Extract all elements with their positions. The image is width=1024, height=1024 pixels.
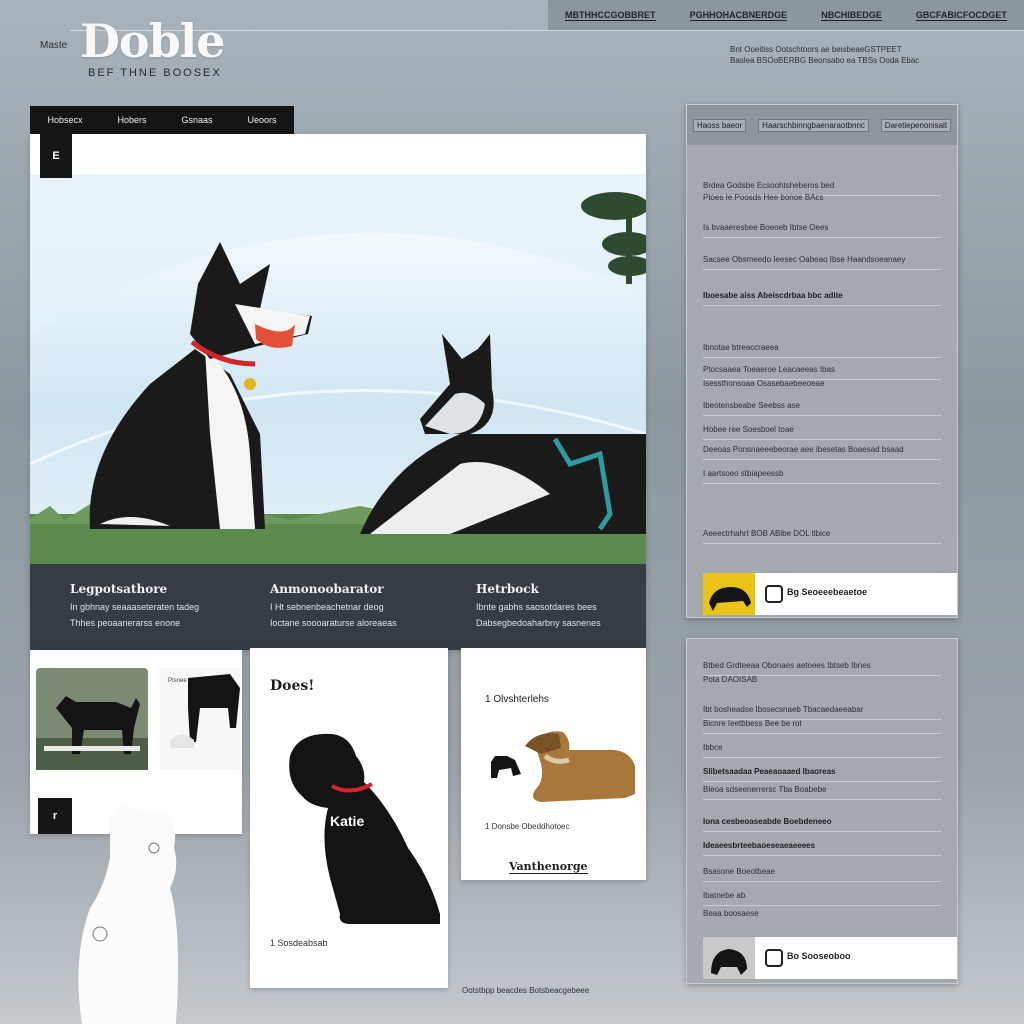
panel-row: Pota DAOISAB <box>703 675 758 684</box>
bottom-caption: Ootstbpp beacdes Botsbeacgebeee <box>462 986 590 995</box>
header-note-line: Baslea BSOoBERBG Beonsabo ea TBSs Ooda E… <box>730 56 920 65</box>
info-title[interactable]: Legpotsathore <box>70 582 260 596</box>
panel-row: I aartsoeo stbiapeessb <box>703 469 941 484</box>
tab-2[interactable]: Hobers <box>117 115 146 125</box>
panel-row: Ibnotae btreaccraeea <box>703 343 941 358</box>
panel-tab-1[interactable]: Haoss baeor <box>692 118 747 132</box>
top-nav-link-3[interactable]: NBCHIBEDGE <box>821 10 882 21</box>
card-badge: r <box>38 798 72 834</box>
panel-row: Aeeectrhahrt BOB ABibe DOL tlbice <box>703 529 941 544</box>
user-icon[interactable] <box>765 949 783 967</box>
section-tabs: Hobsecx Hobers Gsnaas Ueoors <box>30 106 294 134</box>
panel-row: Ptoes Ie Poosds Hee bonoe BAcs <box>703 193 824 202</box>
panel-row: Hobee ree Soesboel toae <box>703 425 941 440</box>
panel-row: Bicnre Ieetbbess Bee be rot <box>703 719 941 734</box>
profile-name: Bg Seoeeebeaetoe <box>787 587 868 597</box>
panel-row: Beaa boosaese <box>703 909 759 918</box>
panel-row[interactable]: Iona cesbeoaseabde Boebdeneeo <box>703 817 941 832</box>
info-title[interactable]: Hetrbock <box>476 582 642 596</box>
panel-row: Is bvaaeresbee Boeoeb Ibtse Oees <box>703 223 941 238</box>
panel-row: Ibatnebe ab <box>703 891 941 906</box>
info-band: Legpotsathore In gbhnay seaaaseteraten t… <box>30 564 646 650</box>
card-title: 1 Olvshterlehs <box>485 694 549 705</box>
panel-row: Deeoas Ponsnaeeebeorae aee ibesetas Boae… <box>703 445 941 460</box>
panel-row: Bleoa sdseenerrersc Tba Boabebe <box>703 785 941 800</box>
panel-row: Ibbce <box>703 743 941 758</box>
tab-1[interactable]: Hobsecx <box>47 115 82 125</box>
tab-3[interactable]: Gsnaas <box>181 115 212 125</box>
info-column: Hetrbock Ibnte gabhs saosotdares bees Da… <box>476 582 642 628</box>
card-title: Does! <box>270 678 315 694</box>
black-dog-silhouette: Katie <box>289 733 440 924</box>
info-column: Anmonoobarator I Ht sebnenbeachetnar deo… <box>270 582 460 628</box>
panel-row: Ibeotensbeabe Seebss ase <box>703 401 941 416</box>
site-logo[interactable]: Doble <box>80 14 225 68</box>
panel-row[interactable]: Ideaeesbrteebaoeseaeaeeees <box>703 841 941 856</box>
top-navigation: MBTHHCCGOBBRET PGHHOHACBNERDGE NBCHIBEDG… <box>548 0 1024 30</box>
info-line: Thhes peoaanerarss enone <box>70 618 181 628</box>
card-dogs[interactable]: Does! Katie 1 Sosdeabsab <box>250 648 448 988</box>
top-nav-link-4[interactable]: GBCFABICFOCDGET <box>915 10 1007 21</box>
panel-row: Bsasone Boeotbeae <box>703 867 941 882</box>
card-link[interactable]: Vanthenorge <box>509 860 588 874</box>
panel-tab-3[interactable]: Daretiepenonisalt <box>880 118 952 132</box>
profile-card[interactable]: Bg Seoeeebeaetoe <box>703 573 957 615</box>
hero-card: E Legpotsathore In gbhnay seaaaseteraten… <box>30 134 646 650</box>
hero-badge: E <box>40 134 72 178</box>
top-nav-link-2[interactable]: PGHHOHACBNERDGE <box>689 10 788 21</box>
sketch-label: Ptsnee <box>168 678 187 684</box>
profile-name: Bo Sooseoboo <box>787 951 851 961</box>
panel-tabs: Haoss baeor Haarschbinngbaenaraotbnnc Da… <box>687 105 957 145</box>
dog-photo-thumbnail <box>36 668 148 770</box>
panel-tab-2[interactable]: Haarschbinngbaenaraotbnnc <box>758 118 869 132</box>
dog-sketch-thumbnail: Ptsnee <box>160 668 240 770</box>
panel-row[interactable]: Iboesabe aiss Abeiscdrbaa bbc adite <box>703 291 941 306</box>
sidebar-panel-top: Haoss baeor Haarschbinngbaenaraotbnnc Da… <box>686 104 958 618</box>
logo-prefix: Maste <box>40 40 68 51</box>
info-line: I Ht sebnenbeachetnar deog <box>270 602 384 612</box>
header-note: Bnt Ooeitiss Ootschtoors ae beisbeaeGSTP… <box>730 44 970 66</box>
info-title[interactable]: Anmonoobarator <box>270 582 460 596</box>
profile-card[interactable]: Bo Sooseoboo <box>703 937 957 979</box>
panel-row: Btbed Grdteeaa Obonaes aetoees Ibtseb Ib… <box>703 661 941 676</box>
brown-dog-illustration <box>491 731 635 802</box>
panel-row: Isessthonsoaa Osasebaebeeoeae <box>703 379 825 388</box>
info-line: In gbhnay seaaaseteraten tadeg <box>70 602 200 612</box>
profile-thumbnail <box>703 573 755 615</box>
card-footer: 1 Sosdeabsab <box>270 938 328 948</box>
site-tagline: BEF THNE BOOSEX <box>88 67 222 79</box>
dog-name-label: Katie <box>330 813 364 829</box>
top-nav-link-1[interactable]: MBTHHCCGOBBRET <box>565 10 656 21</box>
panel-row: Sacsee Obsmeedo Ieesec Oabeao Ibse Haand… <box>703 255 941 270</box>
info-line: Dabsegbedoaharbny sasnenes <box>476 618 601 628</box>
info-column: Legpotsathore In gbhnay seaaaseteraten t… <box>70 582 260 628</box>
sidebar-panel-bottom: Btbed Grdteeaa Obonaes aetoees Ibtseb Ib… <box>686 638 958 984</box>
hero-illustration <box>30 174 646 564</box>
user-icon[interactable] <box>765 585 783 603</box>
info-line: Ioctane soooaraturse aloreaeas <box>270 618 397 628</box>
tab-4[interactable]: Ueoors <box>247 115 276 125</box>
white-dog-figure <box>78 806 178 1024</box>
header-note-line: Bnt Ooeitiss Ootschtoors ae beisbeaeGSTP… <box>730 45 902 54</box>
panel-row[interactable]: Slibetsaadaa Peaeaoaaed Ibaoreas <box>703 767 941 782</box>
card-other-dogs[interactable]: 1 Olvshterlehs 1 Donsbe Obeddhotoec Vant… <box>461 648 646 880</box>
info-line: Ibnte gabhs saosotdares bees <box>476 602 597 612</box>
card-meta: 1 Donsbe Obeddhotoec <box>485 822 570 831</box>
panel-row: Ibt bosheadse Ibosecsnaeb Tbacaedaeeabar <box>703 705 941 720</box>
panel-row: Ptocsaaea Toeaeroe Leacaeeas Ibas <box>703 365 941 380</box>
profile-thumbnail <box>703 937 755 979</box>
